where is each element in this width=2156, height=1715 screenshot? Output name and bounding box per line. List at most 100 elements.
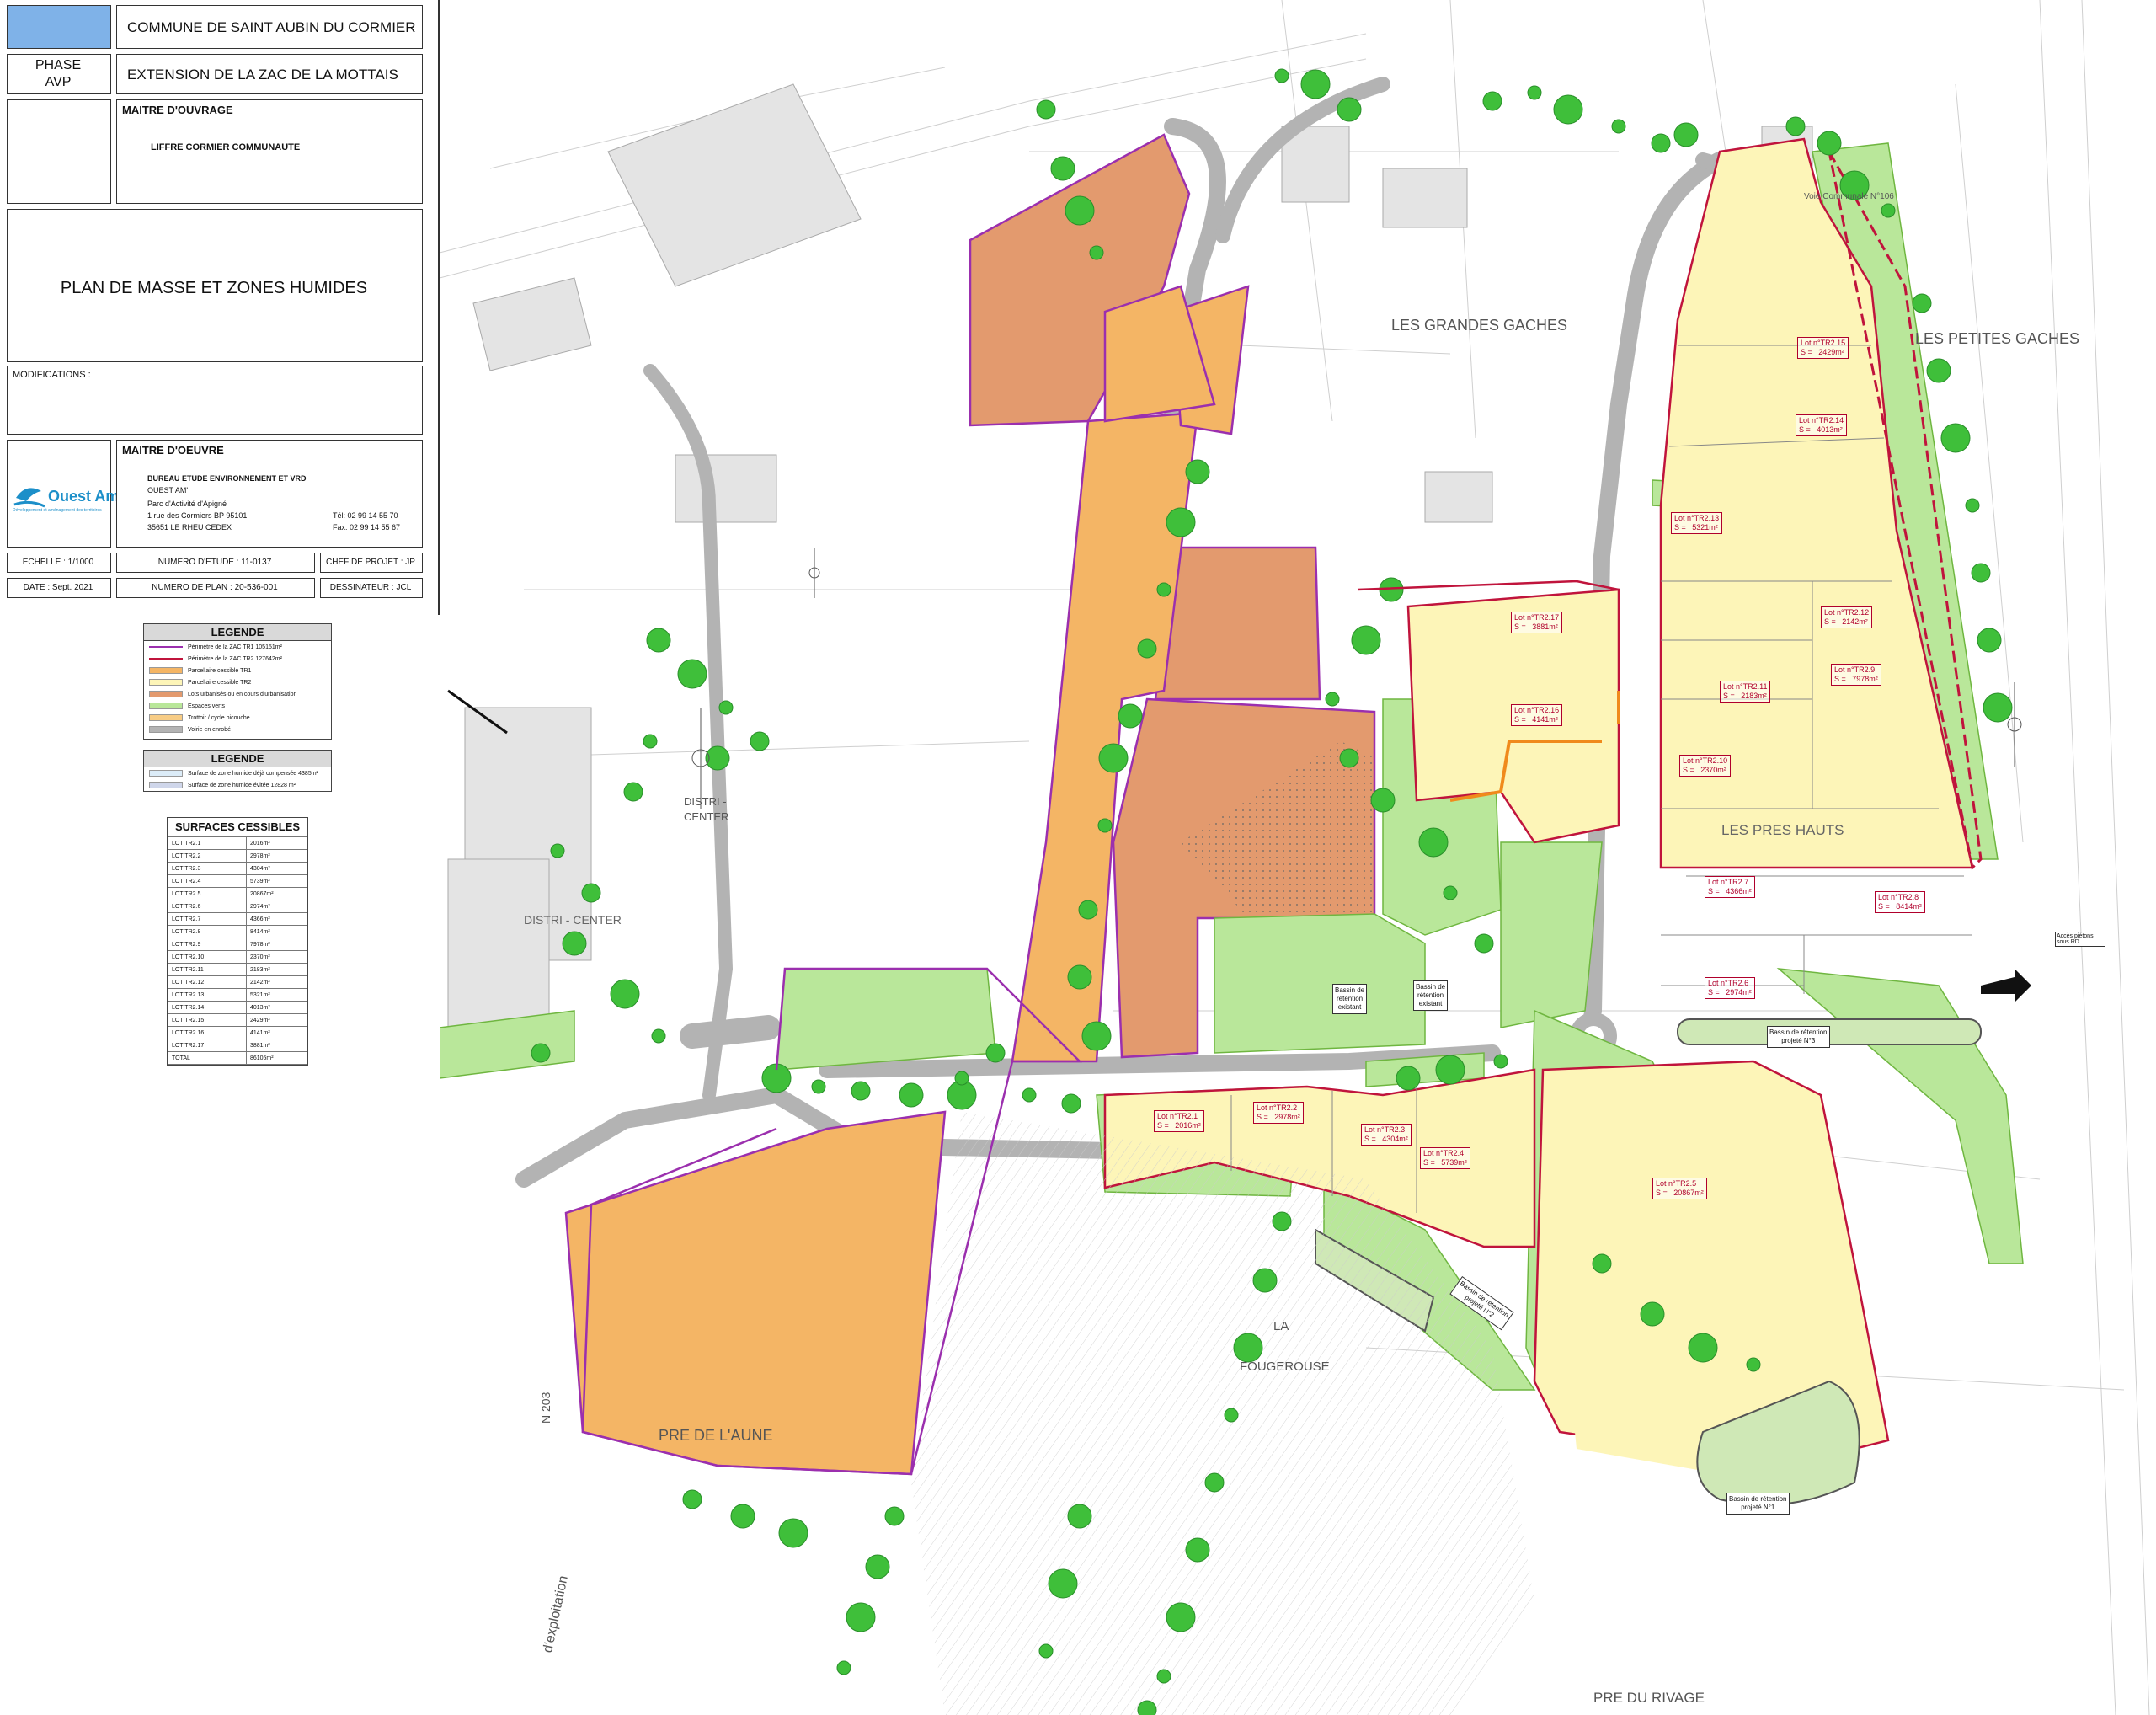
lot-name-cell: LOT TR2.15 xyxy=(168,1013,247,1027)
tree-icon xyxy=(677,659,707,689)
tree-icon xyxy=(1048,1568,1078,1599)
legend-swatch xyxy=(149,714,183,721)
tree-icon xyxy=(730,1504,755,1529)
tree-icon xyxy=(954,1071,969,1086)
lot-area-cell: 86105m² xyxy=(245,1051,308,1065)
dessinateur-box: DESSINATEUR : JCL xyxy=(320,578,423,598)
lot-label: Lot n°TR2.8 S = 8414m² xyxy=(1875,891,1925,913)
maitre-ouvrage-box: MAITRE D'OUVRAGE LIFFRE CORMIER COMMUNAU… xyxy=(116,99,423,204)
legend-item: Espaces verts xyxy=(144,700,331,712)
tree-icon xyxy=(1746,1357,1761,1372)
telephone: Tél: 02 99 14 55 70 xyxy=(333,511,398,520)
legend-zac-title: LEGENDE xyxy=(144,624,331,641)
dessinateur: DESSINATEUR : JCL xyxy=(329,583,412,592)
legend-item: Trottoir / cycle bicouche xyxy=(144,712,331,724)
lot-name-cell: LOT TR2.17 xyxy=(168,1039,247,1052)
tree-icon xyxy=(1036,99,1056,120)
tree-icon xyxy=(1474,933,1494,954)
tree-icon xyxy=(1482,91,1502,111)
place-les-petites-gaches: LES PETITES GACHES xyxy=(1915,330,2080,347)
tree-icon xyxy=(750,731,770,751)
lot-label: Lot n°TR2.16 S = 4141m² xyxy=(1511,704,1563,726)
legend-wetlands-title: LEGENDE xyxy=(144,751,331,767)
plan-title: PLAN DE MASSE ET ZONES HUMIDES xyxy=(60,279,368,297)
bureau-name: BUREAU ETUDE ENVIRONNEMENT ET VRD xyxy=(147,474,307,483)
lot-label: Lot n°TR2.9 S = 7978m² xyxy=(1831,664,1881,686)
numero-etude-box: NUMERO D'ETUDE : 11-0137 xyxy=(116,553,315,573)
place-la: LA xyxy=(1273,1319,1289,1333)
lot-area-cell: 4304m² xyxy=(245,862,308,875)
logo-box: Ouest Am' Développement et aménagement d… xyxy=(7,440,123,548)
tree-icon xyxy=(1553,94,1583,125)
lot-label: Lot n°TR2.17 S = 3881m² xyxy=(1511,612,1563,633)
echelle-box: ECHELLE : 1/1000 xyxy=(7,553,111,573)
tree-icon xyxy=(581,883,601,903)
tree-icon xyxy=(1940,423,1971,453)
fax: Fax: 02 99 14 55 67 xyxy=(333,523,401,532)
lot-area-cell: 4013m² xyxy=(245,1001,308,1014)
basin-projected-3: Bassin de rétention projeté N°3 xyxy=(1767,1026,1830,1048)
acces-pietons: Accès piétons sous RD xyxy=(2055,932,2105,947)
lot-name-cell: LOT TR2.3 xyxy=(168,862,247,875)
legend-label: Parcellaire cessible TR2 xyxy=(188,679,252,686)
lot-name-cell: LOT TR2.1 xyxy=(168,836,247,850)
lot-label: Lot n°TR2.10 S = 2370m² xyxy=(1679,755,1732,777)
tree-icon xyxy=(1396,1066,1421,1091)
legend-swatch xyxy=(149,726,183,733)
lot-name-cell: LOT TR2.10 xyxy=(168,950,247,964)
lot-name-cell: LOT TR2.11 xyxy=(168,963,247,976)
lot-label: Lot n°TR2.13 S = 5321m² xyxy=(1671,512,1723,534)
tree-icon xyxy=(1233,1333,1263,1363)
site-plan-map: LES GRANDES GACHES LES PETITES GACHES LE… xyxy=(440,0,2156,1715)
place-distri-center: DISTRI - CENTER xyxy=(524,913,622,927)
address-line-1: Parc d'Activité d'Apigné xyxy=(147,500,227,508)
tree-icon xyxy=(1065,195,1095,226)
lot-label: Lot n°TR2.11 S = 2183m² xyxy=(1720,681,1771,703)
tree-icon xyxy=(1977,628,2002,653)
lot-label: Lot n°TR2.1 S = 2016m² xyxy=(1154,1110,1204,1132)
tree-icon xyxy=(1965,498,1980,513)
tree-icon xyxy=(836,1660,851,1675)
tree-icon xyxy=(651,1028,666,1044)
legend-label: Périmètre de la ZAC TR2 127642m² xyxy=(188,655,282,662)
commune-name: COMMUNE DE SAINT AUBIN DU CORMIER xyxy=(127,19,416,35)
legend-zac-rows: Périmètre de la ZAC TR1 105151m² Périmètr… xyxy=(144,641,331,735)
lot-label: Lot n°TR2.2 S = 2978m² xyxy=(1253,1102,1304,1124)
tree-icon xyxy=(1651,133,1671,153)
tree-icon xyxy=(1673,122,1699,147)
tree-icon xyxy=(1443,885,1458,900)
tree-icon xyxy=(1926,358,1951,383)
tree-icon xyxy=(1061,1093,1081,1114)
tree-icon xyxy=(1592,1253,1612,1274)
maitre-ouvrage-label: MAITRE D'OUVRAGE xyxy=(122,104,233,116)
tree-icon xyxy=(550,843,565,858)
tree-icon xyxy=(623,782,643,802)
table-row: LOT TR2.16 4141m² xyxy=(168,1026,308,1039)
road-voie-communale: Voie Communale N°106 xyxy=(1804,192,1894,201)
place-les-pres-hauts: LES PRES HAUTS xyxy=(1721,822,1844,838)
tree-icon xyxy=(1224,1408,1239,1423)
tree-icon xyxy=(1611,119,1626,134)
lot-label: Lot n°TR2.14 S = 4013m² xyxy=(1796,414,1848,436)
tree-icon xyxy=(1156,1669,1171,1684)
tree-icon xyxy=(1166,507,1196,537)
tree-icon xyxy=(1912,293,1932,313)
tree-icon xyxy=(1817,131,1842,156)
tree-icon xyxy=(899,1082,924,1108)
lot-name-cell: LOT TR2.12 xyxy=(168,975,247,989)
tree-icon xyxy=(1185,1537,1210,1563)
legend-item: Périmètre de la ZAC TR1 105151m² xyxy=(144,641,331,653)
surfaces-table: SURFACES CESSIBLES LOT TR2.1 2016m² LOT TR… xyxy=(167,817,308,1066)
tree-icon xyxy=(1971,563,1991,583)
tree-icon xyxy=(1640,1301,1665,1327)
maitre-ouvrage-name: LIFFRE CORMIER COMMUNAUTE xyxy=(151,142,301,152)
pedestrian-access-arrow-icon xyxy=(1981,969,2031,1002)
commune-box: COMMUNE DE SAINT AUBIN DU CORMIER xyxy=(116,5,423,49)
date: DATE : Sept. 2021 xyxy=(23,583,93,592)
tree-icon xyxy=(646,628,671,653)
tree-icon xyxy=(718,700,734,715)
table-row: LOT TR2.6 2974m² xyxy=(168,900,308,913)
tree-icon xyxy=(1527,85,1542,100)
logo-tagline: Développement et aménagement des territo… xyxy=(13,508,102,513)
legend-label: Surface de zone humide déjà compensée 43… xyxy=(188,770,318,777)
